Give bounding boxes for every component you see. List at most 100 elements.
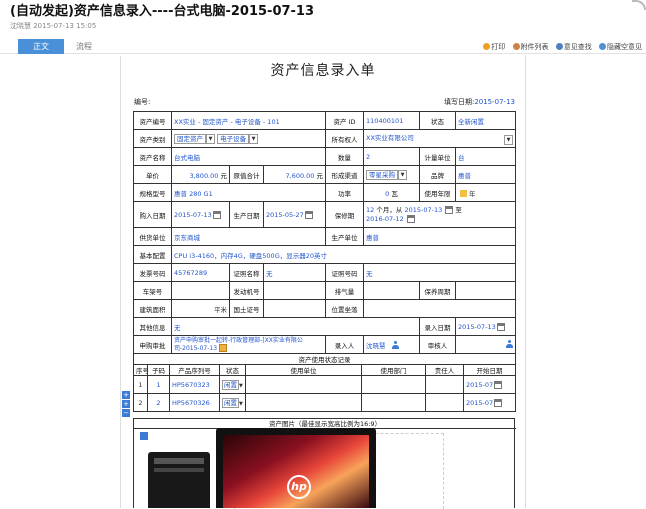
- tab-workflow[interactable]: 流程: [66, 39, 102, 54]
- tab-body[interactable]: 正文: [18, 39, 64, 54]
- cert-name-field[interactable]: 无: [262, 263, 327, 282]
- status-select[interactable]: 闲置: [222, 379, 239, 390]
- person-cell[interactable]: [425, 375, 464, 394]
- start-date-cell[interactable]: 2015-07: [463, 393, 516, 412]
- add-row-icon[interactable]: +: [122, 391, 130, 399]
- column-header: 序号: [133, 364, 148, 376]
- form-row: 购入日期 2015-07-13 生产日期 2015-05-27 保修期 12 个…: [133, 201, 517, 228]
- supplier-field[interactable]: 京东商城: [170, 227, 327, 246]
- print-label: 打印: [491, 43, 506, 51]
- calendar-icon[interactable]: [304, 210, 313, 219]
- warranty-from[interactable]: 2015-07-13: [404, 206, 442, 214]
- field-label: 基本配置: [133, 245, 172, 264]
- power-cell[interactable]: 0 瓦: [363, 183, 421, 202]
- asset-code-field[interactable]: XX实业 - 固定资产 - 电子设备 - 101: [170, 111, 327, 130]
- print-button[interactable]: 打印: [483, 43, 505, 51]
- warranty-months[interactable]: 12: [366, 206, 374, 214]
- calendar-icon[interactable]: [496, 322, 505, 331]
- calendar-icon[interactable]: [494, 398, 503, 407]
- reviewer-cell[interactable]: [455, 335, 517, 354]
- unit-cell[interactable]: [245, 393, 362, 412]
- asset-id-field[interactable]: 110400101: [363, 111, 421, 130]
- channel-select[interactable]: 零星采购: [366, 169, 399, 180]
- warranty-mid-label: 个月，从: [376, 205, 403, 214]
- user-icon[interactable]: [391, 340, 399, 349]
- dept-cell[interactable]: [361, 393, 426, 412]
- life-unit: 年: [469, 189, 476, 198]
- brand-field[interactable]: 惠普: [455, 165, 517, 184]
- usage-caption: 资产使用状态记录: [133, 353, 516, 365]
- cert-no-field[interactable]: 无: [363, 263, 517, 282]
- insurance-field[interactable]: [455, 281, 517, 300]
- user-icon[interactable]: [506, 340, 514, 348]
- chevron-down-icon[interactable]: ▼: [249, 133, 259, 144]
- price-unit: 元: [220, 171, 228, 180]
- monitor-image: hp: [216, 428, 376, 508]
- code-cell[interactable]: 1: [147, 375, 170, 394]
- status-select[interactable]: 闲置: [222, 397, 239, 408]
- warranty-to[interactable]: 2016-07-12: [366, 215, 404, 223]
- entry-date-cell[interactable]: 2015-07-13: [455, 317, 517, 336]
- location-field[interactable]: [363, 299, 517, 318]
- field-label: 资产类别: [133, 129, 172, 148]
- attachments-label: 附件列表: [520, 43, 549, 51]
- find-opinion-button[interactable]: 意见查找: [555, 43, 592, 51]
- displacement-field[interactable]: [363, 281, 421, 300]
- unit-cell[interactable]: [245, 375, 362, 394]
- start-date-cell[interactable]: 2015-07: [463, 375, 516, 394]
- config-field[interactable]: CPU i3-4160，内存4G，硬盘500G，显示器20英寸: [170, 245, 517, 264]
- attachments-button[interactable]: 附件列表: [512, 43, 549, 51]
- other-field[interactable]: 无: [170, 317, 421, 336]
- dept-cell[interactable]: [361, 375, 426, 394]
- person-cell[interactable]: [425, 393, 464, 412]
- total-unit: 元: [316, 171, 324, 180]
- code-cell[interactable]: 2: [147, 393, 170, 412]
- edit-picture-icon[interactable]: [140, 432, 148, 440]
- calendar-icon[interactable]: [445, 205, 454, 214]
- form-title: 资产信息录入单: [270, 63, 376, 79]
- fill-date-label: 填写日期:: [443, 98, 475, 106]
- form-row: 单价 3,800.00 元 原值合计 7,600.00 元 形成渠道 零星采购 ▼…: [133, 165, 517, 184]
- plus-icon[interactable]: +: [122, 400, 130, 408]
- serial-cell[interactable]: HP5670326: [169, 393, 220, 412]
- approval-link[interactable]: 资产申购审批一起转-行政管理部-[XX实业有限公司-2015-07-13: [174, 337, 303, 352]
- form-row: 基本配置 CPU i3-4160，内存4G，硬盘500G，显示器20英寸: [133, 245, 517, 264]
- area-field[interactable]: 平米: [171, 299, 230, 318]
- chevron-down-icon[interactable]: ▼: [398, 169, 408, 180]
- entry-person-cell[interactable]: 沈晓慧: [363, 335, 421, 354]
- serial-cell[interactable]: HP5670323: [169, 375, 220, 394]
- invoice-field[interactable]: 45767289: [171, 263, 230, 282]
- category-select-1[interactable]: 固定资产: [174, 133, 206, 144]
- chevron-down-icon[interactable]: ▼: [239, 401, 243, 407]
- calendar-icon[interactable]: [494, 380, 503, 389]
- category-select-2[interactable]: 电子设备: [217, 133, 250, 144]
- channel-cell: 零星采购 ▼: [363, 165, 421, 184]
- total-cell[interactable]: 7,600.00 元: [262, 165, 327, 184]
- price-cell[interactable]: 3,800.00 元: [171, 165, 230, 184]
- model-field[interactable]: 惠普 280 G1: [170, 183, 327, 202]
- quantity-field[interactable]: 2: [363, 147, 421, 166]
- engine-field[interactable]: [262, 281, 327, 300]
- chevron-down-icon[interactable]: ▼: [206, 133, 215, 144]
- remove-row-icon[interactable]: −: [122, 409, 130, 417]
- fill-date-field: 填写日期:2015-07-13: [444, 97, 515, 107]
- life-cell[interactable]: 年: [455, 183, 517, 202]
- calendar-icon[interactable]: [406, 214, 415, 223]
- prod-date-value: 2015-05-27: [266, 210, 304, 219]
- chevron-down-icon[interactable]: ▼: [504, 135, 514, 145]
- plate-field[interactable]: [171, 281, 230, 300]
- calendar-icon[interactable]: [212, 210, 221, 219]
- chevron-down-icon[interactable]: ▼: [239, 383, 243, 389]
- status-field[interactable]: 全新闲置: [455, 111, 517, 130]
- document-icon[interactable]: [218, 344, 227, 352]
- asset-name-field[interactable]: 台式电脑: [170, 147, 327, 166]
- unit-field[interactable]: 台: [455, 147, 517, 166]
- buy-date-cell[interactable]: 2015-07-13: [171, 201, 230, 228]
- maker-field[interactable]: 惠普: [363, 227, 517, 246]
- prod-date-cell[interactable]: 2015-05-27: [262, 201, 327, 228]
- hide-opinion-button[interactable]: 隐藏空意见: [599, 43, 642, 51]
- land-field[interactable]: [262, 299, 327, 318]
- form-row: 发票号码 45767289 证照名称 无 证照号码 无: [133, 263, 517, 282]
- field-label: 供货单位: [133, 227, 172, 246]
- owner-select[interactable]: XX实业有限公司: [366, 134, 414, 142]
